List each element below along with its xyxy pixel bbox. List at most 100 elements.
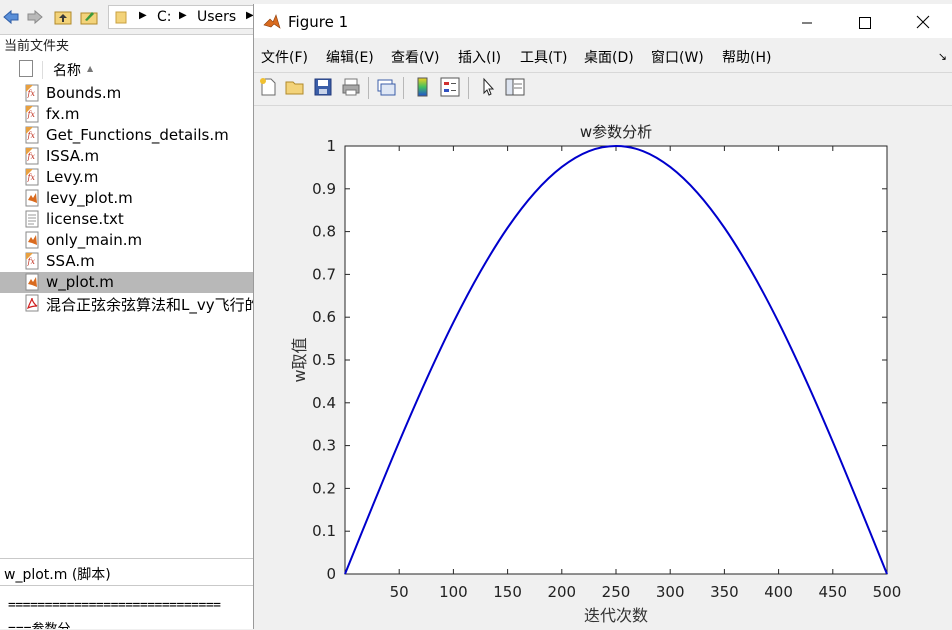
address-toolbar: ▶ C: ▶ Users ▶ bbox=[0, 0, 253, 35]
svg-text:fx: fx bbox=[27, 110, 36, 119]
script-file-icon bbox=[25, 189, 39, 207]
property-inspector-icon[interactable] bbox=[504, 76, 526, 98]
folder-icon bbox=[115, 11, 127, 24]
menu-file[interactable]: 文件(F) bbox=[261, 47, 308, 67]
file-name: 混合正弦余弦算法和L_vy飞行的 bbox=[46, 296, 253, 314]
plot-area: w参数分析 50 100 150 200 250 300 350 400 450 500 0 0.1 0… bbox=[254, 105, 952, 630]
toolbar-separator bbox=[403, 77, 404, 99]
function-file-icon: fx bbox=[25, 105, 39, 123]
y-tick-label: 0.1 bbox=[312, 522, 336, 540]
script-file-icon bbox=[25, 231, 39, 249]
file-name: Bounds.m bbox=[46, 84, 122, 102]
open-file-icon[interactable] bbox=[284, 76, 306, 98]
file-name: ISSA.m bbox=[46, 147, 100, 165]
file-row[interactable]: fx SSA.m bbox=[0, 251, 253, 272]
y-tick-label: 0.9 bbox=[312, 180, 336, 198]
file-row[interactable]: fx Get_Functions_details.m bbox=[0, 125, 253, 146]
function-file-icon: fx bbox=[25, 168, 39, 186]
minimize-button[interactable] bbox=[784, 4, 830, 38]
file-row[interactable]: fx Levy.m bbox=[0, 167, 253, 188]
toolbar-separator bbox=[368, 77, 369, 99]
figure-title: Figure 1 bbox=[288, 13, 349, 31]
file-row[interactable]: levy_plot.m bbox=[0, 188, 253, 209]
breadcrumb-drive[interactable]: C: bbox=[157, 9, 172, 25]
x-tick-label: 200 bbox=[547, 583, 576, 601]
y-tick-label: 0.6 bbox=[312, 308, 336, 326]
x-tick-label: 450 bbox=[818, 583, 847, 601]
function-file-icon: fx bbox=[25, 147, 39, 165]
forward-arrow-icon[interactable] bbox=[26, 8, 44, 26]
x-tick-label: 250 bbox=[602, 583, 631, 601]
browse-folder-icon[interactable] bbox=[80, 8, 98, 26]
file-name: Get_Functions_details.m bbox=[46, 126, 229, 144]
file-name: fx.m bbox=[46, 105, 80, 123]
menu-edit[interactable]: 编辑(E) bbox=[326, 47, 374, 67]
pointer-icon[interactable] bbox=[478, 76, 500, 98]
matlab-logo-icon bbox=[263, 14, 281, 29]
file-row[interactable]: license.txt bbox=[0, 209, 253, 230]
svg-text:fx: fx bbox=[27, 173, 36, 182]
details-bar[interactable]: w_plot.m (脚本) bbox=[0, 558, 253, 586]
y-tick-label: 0.2 bbox=[312, 479, 336, 497]
file-row[interactable]: w_plot.m bbox=[0, 272, 253, 293]
sort-ascending-icon: ▲ bbox=[87, 64, 94, 73]
file-row[interactable]: fx ISSA.m bbox=[0, 146, 253, 167]
y-tick-label: 0.4 bbox=[312, 394, 336, 412]
back-arrow-icon[interactable] bbox=[2, 8, 20, 26]
figure-title-bar[interactable]: Figure 1 bbox=[254, 4, 952, 38]
print-icon[interactable] bbox=[340, 76, 362, 98]
close-button[interactable] bbox=[900, 4, 946, 38]
x-tick-label: 500 bbox=[873, 583, 902, 601]
menu-window[interactable]: 窗口(W) bbox=[651, 47, 704, 67]
file-name: levy_plot.m bbox=[46, 189, 133, 207]
menu-insert[interactable]: 插入(I) bbox=[458, 47, 501, 67]
file-type-column-icon[interactable] bbox=[19, 60, 33, 77]
y-tick-label: 0.8 bbox=[312, 223, 336, 241]
x-tick-label: 50 bbox=[390, 583, 409, 601]
name-column-header[interactable]: 名称 bbox=[53, 60, 81, 80]
text-file-icon bbox=[25, 210, 39, 228]
file-preview: ============================= ===参数分 bbox=[0, 586, 253, 629]
file-row[interactable]: fx Bounds.m bbox=[0, 83, 253, 104]
menu-tools[interactable]: 工具(T) bbox=[520, 47, 567, 67]
file-name: only_main.m bbox=[46, 231, 143, 249]
file-name: Levy.m bbox=[46, 168, 99, 186]
link-plot-icon[interactable] bbox=[375, 76, 397, 98]
svg-text:fx: fx bbox=[27, 89, 36, 98]
maximize-button[interactable] bbox=[842, 4, 888, 38]
insert-legend-icon[interactable] bbox=[439, 76, 461, 98]
x-axis-label: 迭代次数 bbox=[584, 606, 648, 625]
x-tick-label: 350 bbox=[710, 583, 739, 601]
new-figure-icon[interactable] bbox=[257, 76, 279, 98]
preview-line: ===参数分 bbox=[8, 618, 70, 629]
breadcrumb-users[interactable]: Users bbox=[197, 9, 236, 25]
address-bar[interactable]: ▶ C: ▶ Users ▶ bbox=[108, 5, 253, 29]
script-file-icon bbox=[25, 273, 39, 291]
file-name: SSA.m bbox=[46, 252, 95, 270]
file-row[interactable]: 混合正弦余弦算法和L_vy飞行的 bbox=[0, 293, 253, 314]
file-name: w_plot.m bbox=[46, 273, 114, 291]
preview-line: ============================= bbox=[8, 598, 221, 613]
menu-help[interactable]: 帮助(H) bbox=[722, 47, 771, 67]
file-list-header: 名称 ▲ bbox=[0, 57, 253, 81]
function-file-icon: fx bbox=[25, 252, 39, 270]
breadcrumb-separator-icon: ▶ bbox=[139, 10, 147, 21]
menu-desktop[interactable]: 桌面(D) bbox=[584, 47, 634, 67]
dock-arrow-icon[interactable]: ↘ bbox=[938, 50, 947, 63]
y-tick-label: 0 bbox=[326, 565, 336, 583]
breadcrumb-separator-icon: ▶ bbox=[179, 10, 187, 21]
save-icon[interactable] bbox=[312, 76, 334, 98]
up-folder-icon[interactable] bbox=[54, 8, 72, 26]
y-axis-label: w取值 bbox=[290, 337, 309, 382]
y-tick-label: 1 bbox=[326, 137, 336, 155]
insert-colorbar-icon[interactable] bbox=[412, 76, 434, 98]
axes-box bbox=[344, 145, 888, 575]
maximize-icon bbox=[859, 17, 871, 29]
column-divider[interactable] bbox=[42, 61, 43, 79]
file-row[interactable]: fx fx.m bbox=[0, 104, 253, 125]
file-name: license.txt bbox=[46, 210, 124, 228]
y-tick-label: 0.3 bbox=[312, 437, 336, 455]
menu-view[interactable]: 查看(V) bbox=[391, 47, 440, 67]
file-row[interactable]: only_main.m bbox=[0, 230, 253, 251]
w-parameter-chart[interactable]: w参数分析 50 100 150 200 250 300 350 400 450 500 0 0.1 0… bbox=[254, 106, 952, 630]
